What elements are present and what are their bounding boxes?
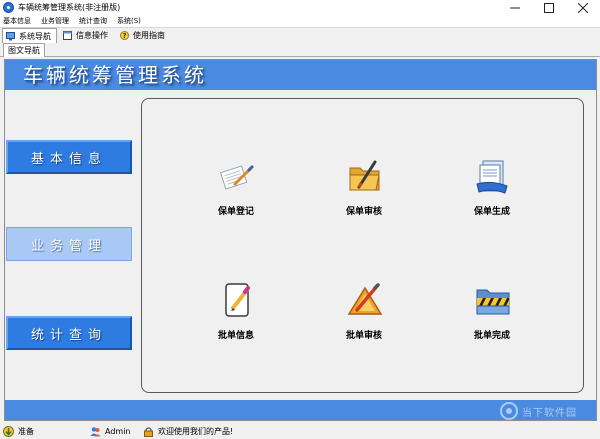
status-ready: 准备 [3,425,34,437]
system-title: 车辆统筹管理系统 [23,63,207,87]
tab-info-ops[interactable]: 信息操作 [60,28,108,42]
folder-stripes-icon [476,289,510,315]
view-tab-strip: 图文导航 [0,42,600,57]
tile-label: 批单完成 [473,331,510,341]
tile-label: 保单生成 [473,207,510,217]
window-title: 车辆统筹管理系统(非注册版) [18,3,121,12]
tab-system-nav[interactable]: 系统导航 [2,28,57,43]
notepad-pencil-icon [225,283,250,317]
app-icon [3,2,14,13]
nav-business-mgmt[interactable]: 业务管理 [6,227,132,261]
tile-endorsement-info[interactable]: 批单信息 [196,280,276,350]
watermark: 当下软件园 [500,402,577,420]
tab-user-guide[interactable]: ? 使用指南 [117,28,165,42]
status-ready-text: 准备 [18,426,34,436]
tab-info-ops-label: 信息操作 [76,30,108,40]
watermark-text: 当下软件园 [522,407,577,419]
close-icon [578,3,588,13]
header-banner: 车辆统筹管理系统 [5,60,596,90]
tile-label: 保单审核 [345,207,382,217]
tile-label: 保单登记 [217,207,254,217]
tab-system-nav-label: 系统导航 [19,31,51,41]
nav-statistics[interactable]: 统计查询 [6,316,132,350]
tile-policy-generate[interactable]: 保单生成 [452,156,532,226]
tile-label: 批单审核 [345,331,382,341]
users-icon [90,426,101,436]
arrow-down-icon [3,425,14,437]
triangle-pen-icon [347,283,383,315]
document-blue-icon [476,160,508,194]
tile-policy-review[interactable]: 保单审核 [324,156,404,226]
tile-endorsement-review[interactable]: 批单审核 [324,280,404,350]
menu-statistics[interactable]: 统计查询 [74,16,112,27]
menu-bar: 基本信息 业务管理 统计查询 系统(S) [0,16,600,27]
tile-label: 批单信息 [217,331,254,341]
maximize-button[interactable] [532,0,566,16]
menu-basic-info[interactable]: 基本信息 [0,16,36,27]
status-bar: 准备 Admin 欢迎使用我们的产品! [0,423,600,439]
watermark-logo-icon [500,402,518,420]
monitor-icon [6,31,15,40]
window-icon [63,30,72,40]
title-bar: 车辆统筹管理系统(非注册版) [0,0,600,16]
function-panel: 保单登记 保单审核 保单生成 批单信息 批单审核 批单完成 [141,98,584,393]
minimize-icon [510,7,520,9]
tab-graphic-nav[interactable]: 图文导航 [3,43,45,57]
minimize-button[interactable] [498,0,532,16]
menu-business[interactable]: 业务管理 [36,16,74,27]
maximize-icon [544,3,554,13]
tab-user-guide-label: 使用指南 [133,30,165,40]
status-user-text: Admin [105,426,131,436]
status-user: Admin [90,425,131,437]
toolbar: 系统导航 信息操作 ? 使用指南 [0,27,600,43]
pen-paper-icon [219,165,254,190]
help-icon: ? [120,30,129,40]
close-button[interactable] [566,0,600,16]
tile-policy-register[interactable]: 保单登记 [196,156,276,226]
menu-system[interactable]: 系统(S) [112,16,146,27]
status-welcome: 欢迎使用我们的产品! [143,425,233,437]
nav-basic-info[interactable]: 基本信息 [6,140,132,174]
folder-pen-icon [349,160,380,191]
tile-endorsement-complete[interactable]: 批单完成 [452,280,532,350]
lock-icon [144,426,153,437]
svg-text:?: ? [122,32,126,40]
status-welcome-text: 欢迎使用我们的产品! [158,426,234,436]
